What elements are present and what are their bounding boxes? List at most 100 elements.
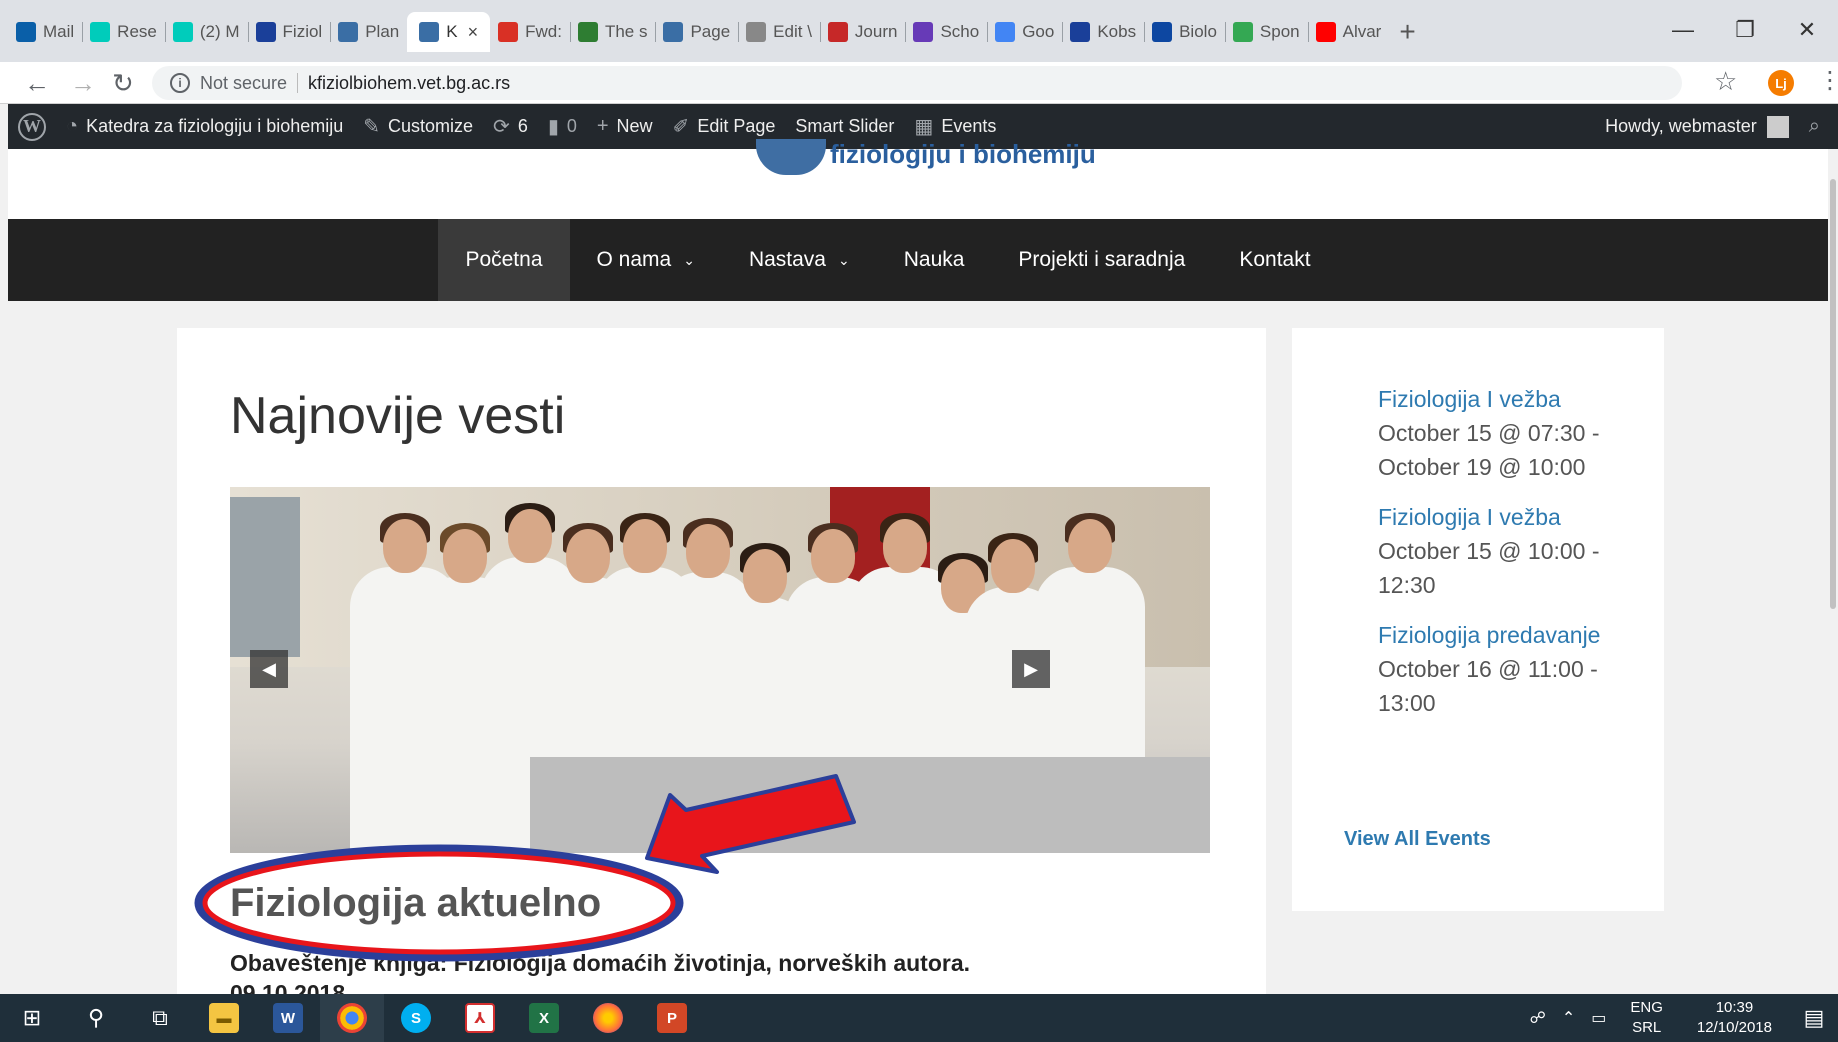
news-title[interactable]: Fiziologija aktuelno: [230, 881, 601, 926]
tab-label: Journ: [854, 22, 898, 41]
profile-avatar[interactable]: Lj: [1768, 70, 1794, 96]
nav-item[interactable]: Nauka: [877, 219, 992, 301]
nav-item[interactable]: Početna: [438, 219, 570, 301]
youtube-icon: [1315, 22, 1336, 42]
site-logo[interactable]: fiziologiju i biohemiju: [756, 139, 1096, 175]
event-title-link[interactable]: Fiziologija predavanje: [1378, 618, 1618, 652]
slide-person-head: [685, 524, 730, 578]
new-content-link[interactable]: + New: [587, 104, 663, 149]
address-bar[interactable]: i Not secure kfiziolbiohem.vet.bg.ac.rs: [152, 66, 1682, 100]
browser-tab[interactable]: (2) M: [164, 12, 248, 52]
browser-tab[interactable]: K ×: [407, 12, 491, 52]
calendar-icon: ▦: [914, 116, 934, 138]
faculty-icon: [663, 22, 684, 42]
word-icon[interactable]: W: [256, 994, 320, 1042]
browser-tab[interactable]: Page: [655, 12, 738, 52]
browser-tab[interactable]: Kobs: [1062, 12, 1144, 52]
nav-item[interactable]: Nastava ⌄: [722, 219, 877, 301]
kobson-icon: [1070, 22, 1091, 42]
search-icon[interactable]: ⚲: [64, 994, 128, 1042]
browser-tab[interactable]: The s: [569, 12, 656, 52]
new-tab-icon[interactable]: +: [1399, 18, 1415, 46]
nav-item[interactable]: O nama ⌄: [570, 219, 722, 301]
browser-tab[interactable]: Goo: [987, 12, 1062, 52]
plus-icon: +: [596, 115, 609, 137]
close-tab-icon[interactable]: ×: [468, 22, 479, 43]
browser-tab[interactable]: Mail: [8, 12, 82, 52]
notification-center-icon[interactable]: ▤: [1790, 1005, 1838, 1031]
tab-list: Mail Rese (2) M Fiziol Plan K × Fwd: The s Page Ed…: [8, 12, 1416, 52]
browser-tab[interactable]: Journ: [819, 12, 906, 52]
network-icon[interactable]: ▭: [1591, 1008, 1606, 1028]
page-scrollbar[interactable]: [1828, 149, 1838, 994]
slider-next-arrow-icon[interactable]: ▶: [1012, 650, 1050, 688]
browser-tab[interactable]: Fwd:: [490, 12, 570, 52]
back-icon[interactable]: ←: [24, 65, 50, 101]
info-icon[interactable]: i: [170, 73, 190, 93]
admin-search-button[interactable]: ⌕: [1799, 104, 1838, 149]
browser-tab[interactable]: Fiziol: [247, 12, 331, 52]
browser-tab[interactable]: Rese: [82, 12, 165, 52]
comment-icon: ▮: [547, 116, 559, 138]
bookmark-star-icon[interactable]: ☆: [1714, 66, 1737, 97]
people-icon[interactable]: ☍: [1530, 1008, 1546, 1028]
file-explorer-icon[interactable]: ▬: [192, 994, 256, 1042]
updates-count: 6: [517, 116, 528, 136]
event-item: Fiziologija I vežba October 15 @ 07:30 - …: [1378, 382, 1618, 484]
browser-tab[interactable]: Alvar: [1307, 12, 1390, 52]
windows-start-icon[interactable]: ⊞: [0, 994, 64, 1042]
clock[interactable]: 10:39 12/10/2018: [1697, 998, 1772, 1038]
event-title-link[interactable]: Fiziologija I vežba: [1378, 382, 1618, 416]
reload-icon[interactable]: ↻: [112, 65, 134, 101]
close-button[interactable]: ✕: [1776, 10, 1838, 50]
nav-item[interactable]: Kontakt: [1212, 219, 1337, 301]
image-slider[interactable]: ◀ ▶: [230, 487, 1210, 853]
event-item: Fiziologija predavanje October 16 @ 11:00…: [1378, 618, 1618, 720]
my-account-link[interactable]: Howdy, webmaster: [1595, 104, 1799, 149]
updates-link[interactable]: ⟳ 6: [483, 104, 538, 149]
event-item: Fiziologija I vežba October 15 @ 10:00 - …: [1378, 500, 1618, 602]
tab-label: Mail: [43, 22, 75, 41]
browser-tab[interactable]: Biolo: [1144, 12, 1225, 52]
slider-prev-arrow-icon[interactable]: ◀: [250, 650, 288, 688]
tab-label: Scho: [940, 22, 980, 41]
browser-tab[interactable]: Edit \: [738, 12, 820, 52]
outlook-icon: [16, 22, 36, 42]
faculty-icon: [338, 22, 359, 42]
site-header: fiziologiju i biohemiju: [8, 139, 1828, 219]
minimize-button[interactable]: —: [1652, 10, 1714, 50]
wp-logo-button[interactable]: W: [8, 104, 56, 149]
browser-toolbar: ← → ↻ i Not secure kfiziolbiohem.vet.bg.…: [0, 62, 1838, 104]
faculty-icon: [419, 22, 440, 42]
view-all-events-link[interactable]: View All Events: [1344, 828, 1491, 851]
event-title-link[interactable]: Fiziologija I vežba: [1378, 500, 1618, 534]
show-hidden-icons-chevron-icon[interactable]: ⌃: [1562, 1008, 1575, 1028]
customize-link[interactable]: ✎ Customize: [353, 104, 483, 149]
researchgate-icon: [90, 22, 111, 42]
nav-item[interactable]: Projekti i saradnja: [991, 219, 1212, 301]
browser-tab[interactable]: Plan: [330, 12, 407, 52]
dashboard-icon: ◔: [66, 115, 79, 137]
events-label: Events: [941, 116, 997, 136]
chrome-icon[interactable]: [320, 994, 384, 1042]
slide-person-head: [810, 529, 855, 583]
menu-icon[interactable]: ⋮: [1818, 66, 1838, 95]
skype-icon[interactable]: S: [384, 994, 448, 1042]
firefox-icon[interactable]: [576, 994, 640, 1042]
browser-tab[interactable]: Spon: [1224, 12, 1308, 52]
language-indicator[interactable]: ENG SRL: [1630, 998, 1663, 1038]
forward-icon[interactable]: →: [70, 65, 96, 101]
powerpoint-icon[interactable]: P: [640, 994, 704, 1042]
browser-tab[interactable]: Scho: [905, 12, 987, 52]
tab-label: Rese: [117, 22, 157, 41]
comments-link[interactable]: ▮ 0: [538, 104, 587, 149]
task-view-icon[interactable]: ⧉: [128, 994, 192, 1042]
tab-label: Page: [690, 22, 731, 41]
restore-button[interactable]: ❐: [1714, 10, 1776, 50]
search-icon: ⌕: [1808, 115, 1820, 137]
scrollbar-thumb[interactable]: [1830, 179, 1836, 609]
site-name-link[interactable]: ◔ Katedra za fiziologiju i biohemiju: [56, 104, 353, 149]
acrobat-icon[interactable]: ⅄: [448, 994, 512, 1042]
gmail-icon: [498, 22, 519, 42]
excel-icon[interactable]: X: [512, 994, 576, 1042]
